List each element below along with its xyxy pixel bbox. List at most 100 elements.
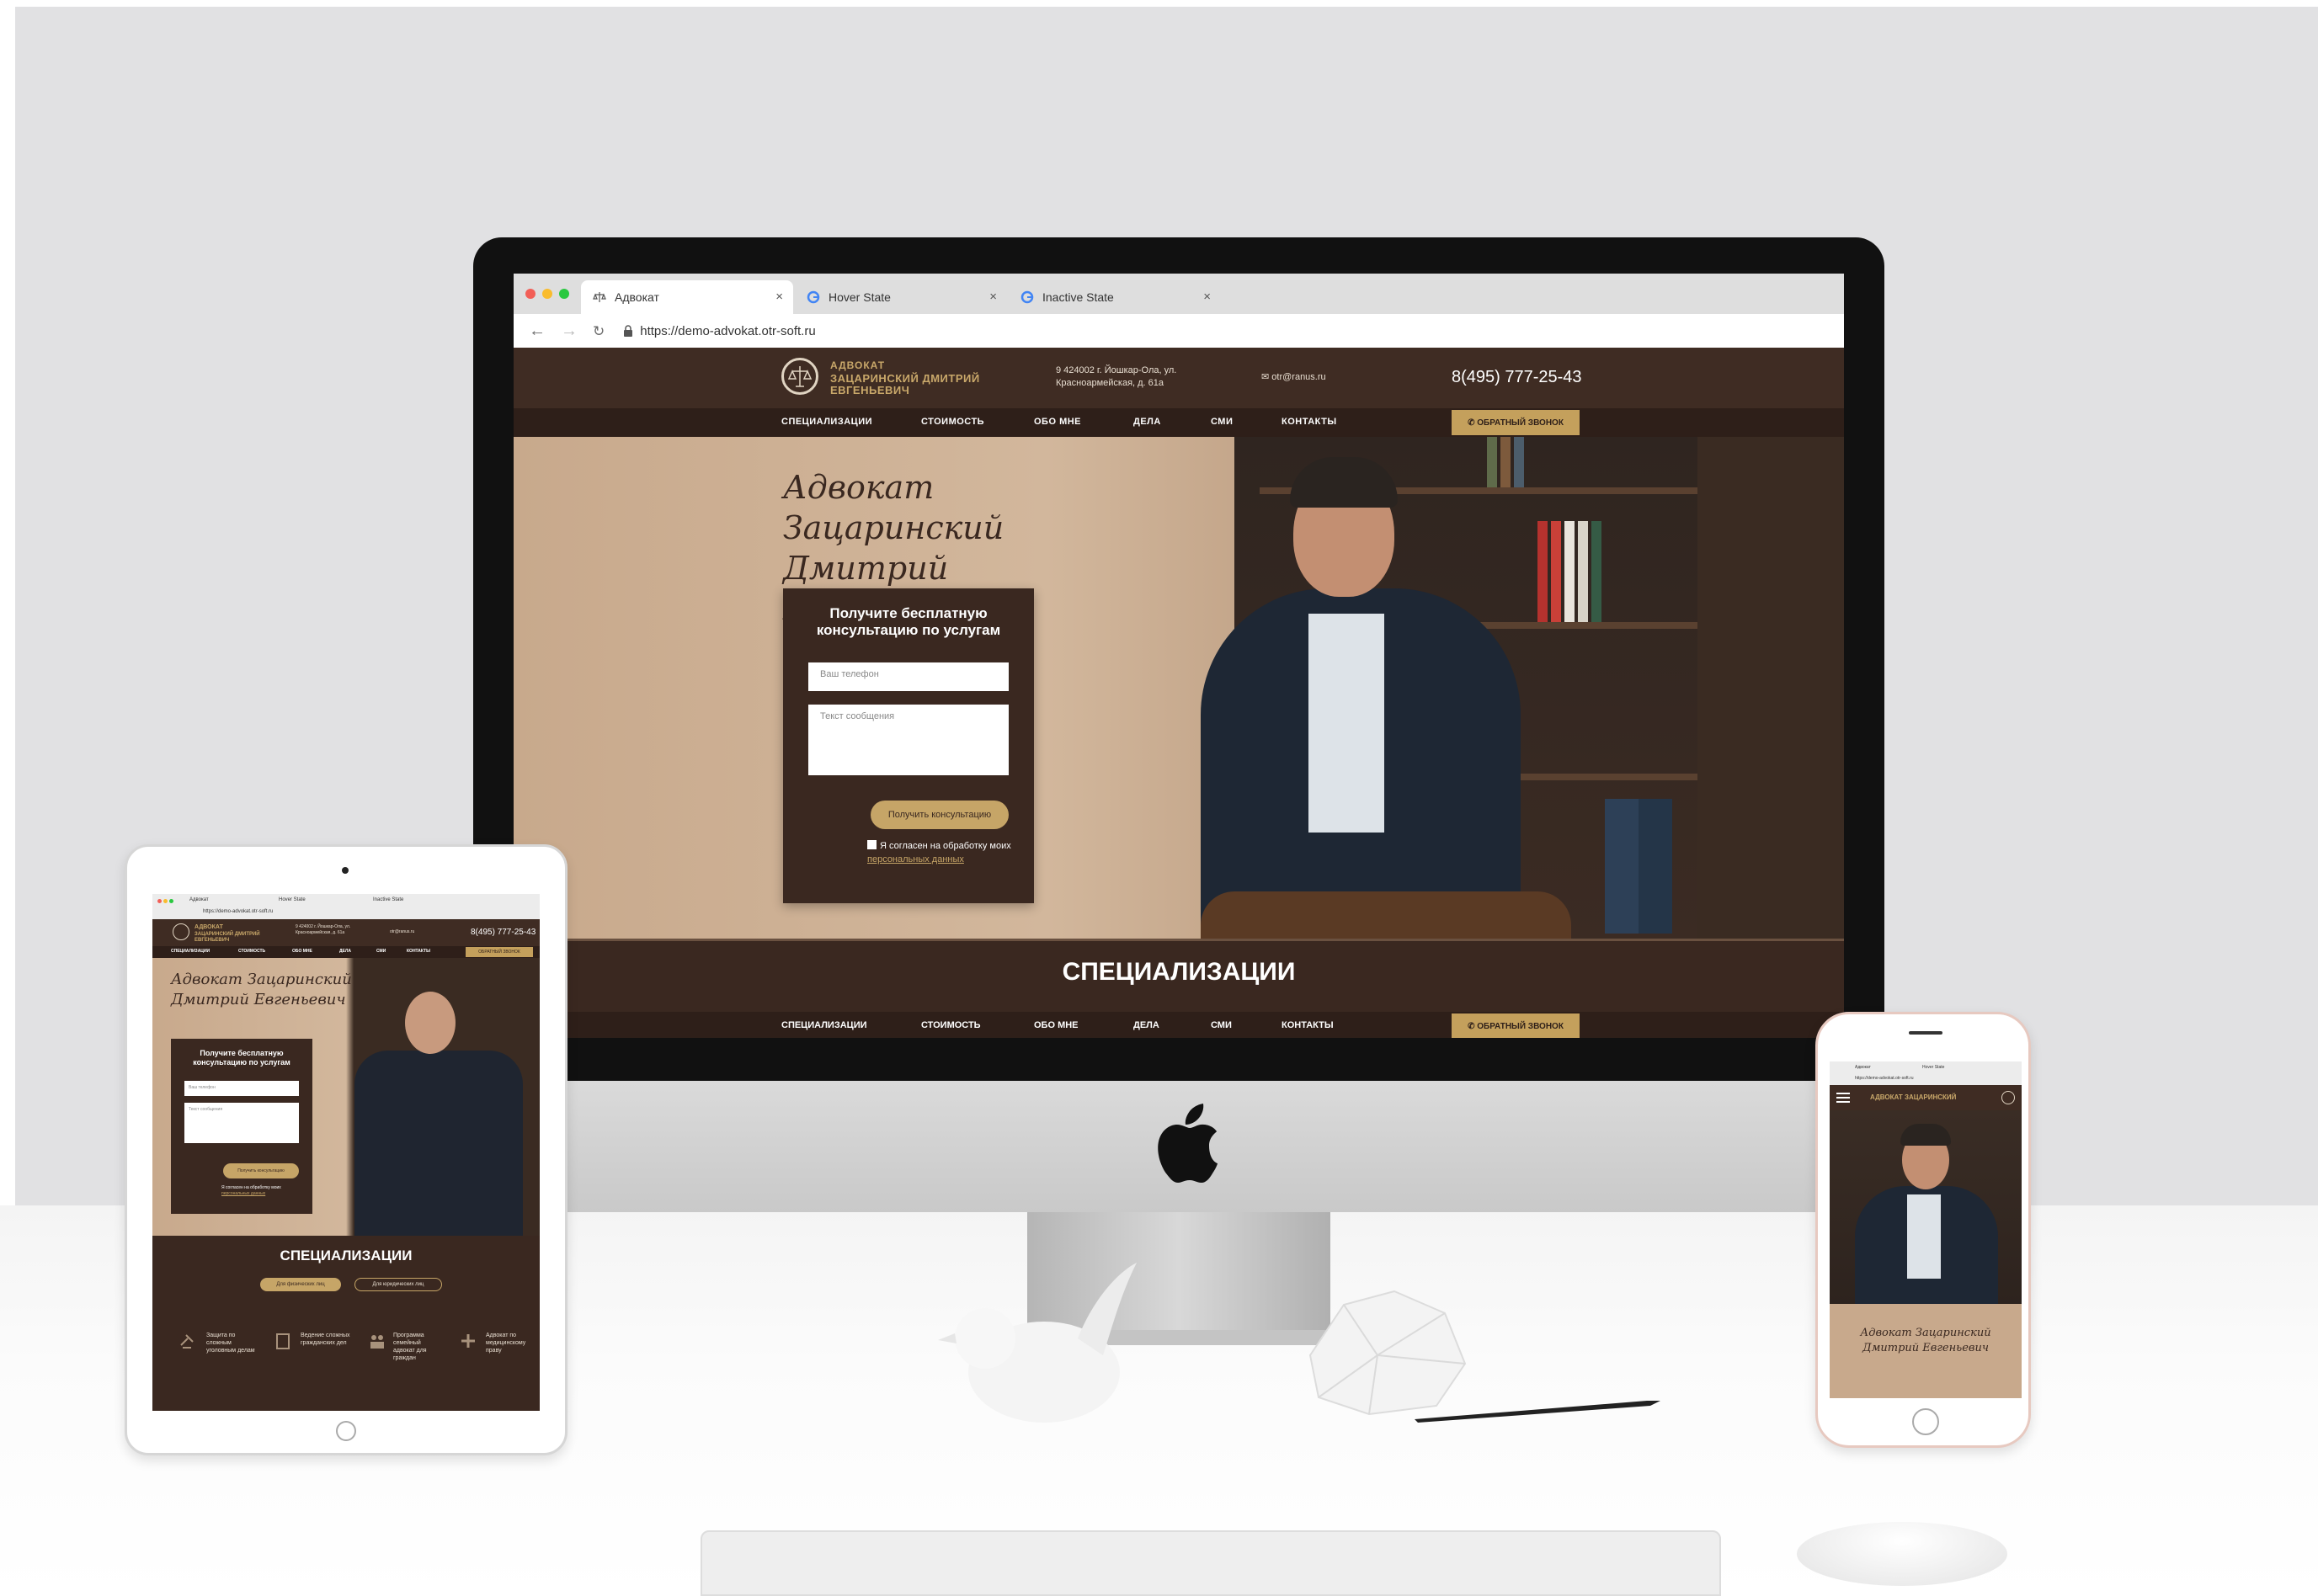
menu-item-about[interactable]: ОБО МНЕ [292,949,312,954]
feature-medical-law[interactable]: Адвокат по медицинскому праву [486,1332,536,1354]
callback-button[interactable]: ОБРАТНЫЙ ЗВОНОК [466,947,533,957]
logo-emblem-icon[interactable] [781,358,818,395]
personal-data-link[interactable]: персональных данных [221,1191,265,1196]
website: АДВОКАТ ЗАЦАРИНСКИЙ ДМИТРИЙ ЕВГЕНЬЕВИЧ 9… [514,348,1844,1038]
callback-button[interactable]: ✆ ОБРАТНЫЙ ЗВОНОК [1452,1013,1580,1038]
logo-emblem-icon [173,923,189,940]
url-text[interactable]: https://demo-advokat.otr-soft.ru [640,324,815,338]
logo-name: ЗАЦАРИНСКИЙ ДМИТРИЙ ЕВГЕНЬЕВИЧ [830,372,980,396]
close-window-button[interactable] [525,289,536,299]
menu-item-about[interactable]: ОБО МНЕ [1034,1020,1079,1030]
consent-text: Я согласен на обработку моих [221,1185,281,1190]
menu-item-contacts[interactable]: КОНТАКТЫ [407,949,430,954]
bird-figurine [938,1263,1137,1423]
ipad-device: Адвокат Hover State Inactive State https… [125,844,568,1455]
callback-button[interactable]: ✆ ОБРАТНЫЙ ЗВОНОК [1452,410,1580,435]
individuals-button[interactable]: Для физических лиц [260,1278,341,1291]
tab-advokat[interactable]: Адвокат × [581,280,793,314]
form-heading: Получите бесплатную консультацию по услу… [783,605,1034,639]
tab-label[interactable]: Inactive State [373,897,403,902]
iphone-device: Адвокат Hover State https://demo-advokat… [1815,1012,2031,1448]
close-tab-icon[interactable]: × [775,290,783,304]
google-icon [807,290,820,304]
phone-input[interactable]: Ваш телефон [808,662,1009,691]
consent-checkbox[interactable] [867,840,877,849]
scales-icon [593,292,606,302]
consent-text: Я согласен на обработку моих [880,841,1011,851]
menu-item-media[interactable]: СМИ [376,949,386,954]
specializations-title: СПЕЦИАЛИЗАЦИИ [280,1248,413,1264]
forward-arrow-icon[interactable]: → [561,322,578,339]
tab-label[interactable]: Hover State [1922,1065,1944,1070]
tab-bar: Адвокат × Hover State × Inactive State × [514,274,1844,314]
menu-item-cost[interactable]: СТОИМОСТЬ [921,1020,981,1030]
header-email[interactable]: ✉ otr@ranus.ru [1261,371,1326,382]
phone-icon: ✆ [1468,1021,1478,1031]
tab-label: Inactive State [1042,290,1114,304]
logo-emblem-icon [2001,1091,2015,1104]
back-arrow-icon[interactable]: ← [529,322,546,339]
specializations-section: СПЕЦИАЛИЗАЦИИ СПЕЦИАЛИЗАЦИИ СТОИМОСТЬ ОБ… [514,939,1844,1038]
consultation-form: Получите бесплатную консультацию по услу… [171,1039,312,1214]
tab-label[interactable]: Адвокат [189,897,209,902]
ipad-camera [342,867,349,874]
menu-item-media[interactable]: СМИ [1211,417,1233,427]
hamburger-menu-icon[interactable] [1836,1093,1850,1103]
close-tab-icon[interactable]: × [1203,290,1211,304]
header-phone[interactable]: 8(495) 777-25-43 [471,928,536,937]
lawyer-photo [354,1051,523,1236]
gavel-icon [180,1334,194,1349]
url-text[interactable]: https://demo-advokat.otr-soft.ru [1855,1076,1913,1081]
legal-entities-button[interactable]: Для юридических лиц [354,1278,442,1291]
site-header: АДВОКАТ ЗАЦАРИНСКИЙ ДМИТРИЙ ЕВГЕНЬЕВИЧ 9… [152,919,540,946]
menu-item-specializations[interactable]: СПЕЦИАЛИЗАЦИИ [781,417,872,427]
message-textarea[interactable]: Текст сообщения [808,705,1009,775]
lawyer-face [405,992,456,1054]
phone-input[interactable]: Ваш телефон [184,1081,299,1096]
header-email[interactable]: otr@ranus.ru [390,929,414,934]
site-header: АДВОКАТ ЗАЦАРИНСКИЙ ДМИТРИЙ ЕВГЕНЬЕВИЧ 9… [514,348,1844,408]
iphone-home-button [1912,1408,1939,1435]
medical-icon [461,1334,475,1348]
feature-criminal-defense[interactable]: Защита по сложным уголовным делам [206,1332,257,1354]
email-text[interactable]: otr@ranus.ru [1271,372,1325,382]
lawyer-photo [1830,1110,2022,1304]
message-textarea[interactable]: Текст сообщения [184,1103,299,1143]
close-tab-icon[interactable]: × [989,290,997,304]
feature-civil-cases[interactable]: Ведение сложных гражданских дел [301,1332,351,1347]
menu-item-cost[interactable]: СТОИМОСТЬ [921,417,984,427]
get-consultation-button[interactable]: Получить консультацию [223,1163,299,1178]
menu-item-cases[interactable]: ДЕЛА [1133,417,1161,427]
hero-title: Адвокат Зацаринский Дмитрий Евгеньевич [171,970,356,1010]
tab-hover-state[interactable]: Hover State × [795,280,1007,314]
maximize-window-button[interactable] [559,289,569,299]
minimize-window-button[interactable] [542,289,552,299]
menu-item-cases[interactable]: ДЕЛА [339,949,351,954]
feature-family-lawyer[interactable]: Программа семейный адвокат для граждан [393,1332,444,1362]
header-phone[interactable]: 8(495) 777-25-43 [1452,368,1582,387]
url-text[interactable]: https://demo-advokat.otr-soft.ru [203,909,273,914]
logo-title: АДВОКАТ [830,359,886,371]
menu-item-cost[interactable]: СТОИМОСТЬ [238,949,265,954]
tab-inactive-state[interactable]: Inactive State × [1009,280,1221,314]
get-consultation-button[interactable]: Получить консультацию [871,801,1009,829]
personal-data-link[interactable]: персональных данных [867,854,964,864]
form-heading-line1: Получите бесплатную [200,1049,284,1057]
consent-checkbox-row[interactable]: Я согласен на обработку моих персональны… [221,1185,306,1197]
address-bar[interactable]: ← → ↻ https://demo-advokat.otr-soft.ru [514,314,1844,348]
google-icon [1020,290,1034,304]
reload-icon[interactable]: ↻ [593,324,605,338]
menu-item-contacts[interactable]: КОНТАКТЫ [1282,417,1337,427]
menu-item-cases[interactable]: ДЕЛА [1133,1020,1159,1030]
menu-item-specializations[interactable]: СПЕЦИАЛИЗАЦИИ [781,1020,867,1030]
consent-checkbox-row[interactable]: Я согласен на обработку моих персональны… [867,839,1027,866]
menu-item-contacts[interactable]: КОНТАКТЫ [1282,1020,1334,1030]
tab-label[interactable]: Hover State [279,897,306,902]
menu-item-about[interactable]: ОБО МНЕ [1034,417,1081,427]
menu-item-media[interactable]: СМИ [1211,1020,1232,1030]
menu-item-specializations[interactable]: СПЕЦИАЛИЗАЦИИ [171,949,210,954]
consultation-form: Получите бесплатную консультацию по услу… [783,588,1034,903]
callback-label: ОБРАТНЫЙ ЗВОНОК [1477,1021,1564,1031]
hero-title-line2: Дмитрий Евгеньевич [1862,1342,1989,1354]
tab-label[interactable]: Адвокат [1855,1065,1871,1070]
